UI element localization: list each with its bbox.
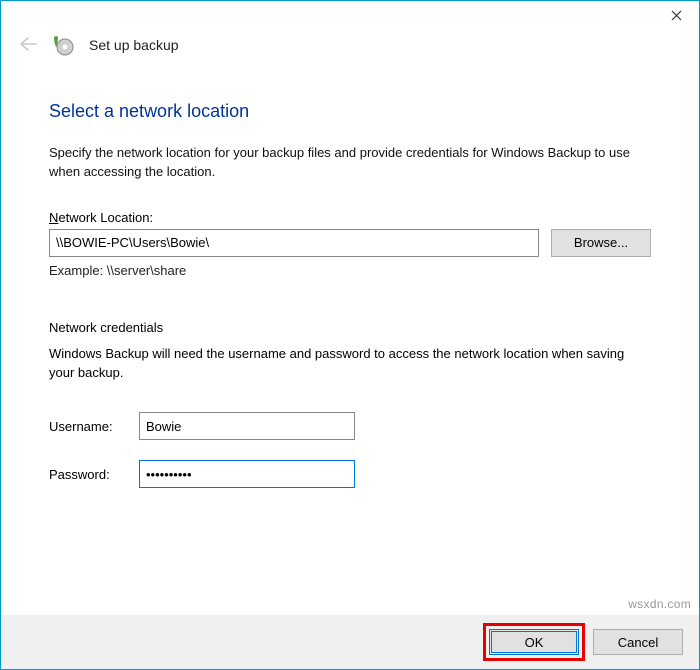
wizard-header: Set up backup <box>1 33 699 67</box>
wizard-title: Set up backup <box>89 37 179 53</box>
dialog-footer: OK Cancel <box>1 615 699 669</box>
example-text: Example: \\server\share <box>49 263 651 278</box>
password-input[interactable] <box>139 460 355 488</box>
backup-wizard-icon <box>51 33 75 57</box>
network-location-row: Browse... <box>49 229 651 257</box>
cancel-button[interactable]: Cancel <box>593 629 683 655</box>
password-label: Password: <box>49 467 139 482</box>
dialog-window: Set up backup Select a network location … <box>0 0 700 670</box>
page-heading: Select a network location <box>49 101 651 122</box>
username-row: Username: <box>49 412 651 440</box>
close-button[interactable] <box>653 1 699 29</box>
network-location-input[interactable] <box>49 229 539 257</box>
username-input[interactable] <box>139 412 355 440</box>
close-icon <box>671 10 682 21</box>
ok-button[interactable]: OK <box>489 629 579 655</box>
ok-highlight-box: OK <box>483 623 585 661</box>
credentials-heading: Network credentials <box>49 320 651 335</box>
watermark-text: wsxdn.com <box>628 597 691 611</box>
back-arrow-icon[interactable] <box>19 36 37 54</box>
network-location-label: Network Location: <box>49 210 651 225</box>
password-row: Password: <box>49 460 651 488</box>
page-description: Specify the network location for your ba… <box>49 144 651 182</box>
content-area: Select a network location Specify the ne… <box>1 67 699 615</box>
titlebar <box>1 1 699 33</box>
username-label: Username: <box>49 419 139 434</box>
browse-button[interactable]: Browse... <box>551 229 651 257</box>
credentials-description: Windows Backup will need the username an… <box>49 345 651 383</box>
